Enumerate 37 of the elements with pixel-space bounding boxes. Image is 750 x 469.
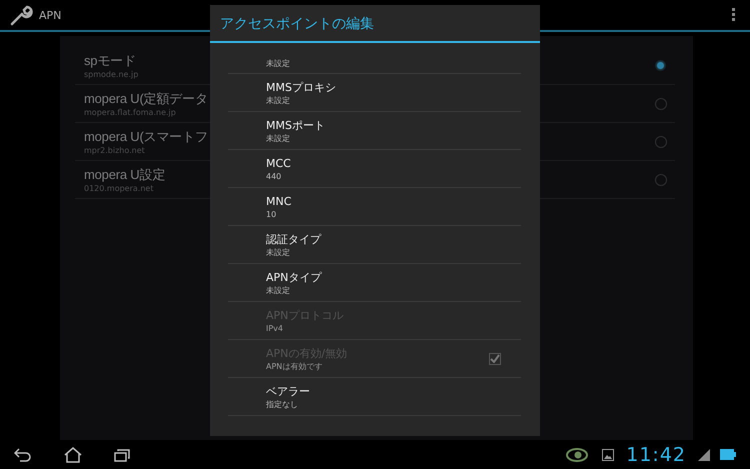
setting-value: 未設定 (266, 58, 290, 69)
apn-address: spmode.ne.jp (84, 68, 140, 80)
radio-button[interactable] (656, 61, 665, 70)
back-icon[interactable] (14, 448, 32, 462)
wrench-icon[interactable] (9, 3, 33, 27)
setting-title[interactable]: MMSプロキシ (266, 80, 521, 94)
radio-button[interactable] (655, 136, 667, 148)
image-icon[interactable] (602, 448, 614, 460)
home-icon[interactable] (64, 446, 82, 462)
setting-value: 未設定 (266, 132, 291, 144)
clock[interactable]: 11:42 (626, 444, 686, 466)
signal-icon (698, 448, 710, 460)
radio-button[interactable] (655, 98, 667, 110)
setting-value: 10 (266, 208, 278, 220)
setting-title[interactable]: ベアラー (266, 384, 521, 398)
setting-value: 440 (266, 170, 282, 182)
setting-value: 未設定 (266, 284, 291, 296)
eye-icon[interactable] (566, 448, 588, 462)
setting-title[interactable]: MMSポート (266, 118, 521, 132)
app-title: APN (39, 8, 62, 22)
battery-icon (720, 449, 736, 460)
apn-address: mopera.flat.foma.ne.jp (84, 106, 177, 118)
setting-value: 未設定 (266, 94, 291, 106)
radio-button[interactable] (655, 174, 667, 186)
overflow-menu-icon[interactable] (732, 8, 736, 22)
setting-title[interactable]: MNC (266, 194, 521, 208)
apn-address: mpr2.bizho.net (84, 144, 146, 156)
setting-title[interactable]: MCC (266, 156, 521, 170)
dialog-title: アクセスポイントの編集 (210, 5, 540, 43)
setting-value: APNは有効です (266, 360, 324, 372)
apn-address: 0120.mopera.net (84, 182, 154, 194)
setting-value: 指定なし (266, 398, 299, 410)
setting-title[interactable]: APNタイプ (266, 270, 521, 284)
setting-value: 未設定 (266, 246, 291, 258)
setting-value: IPv4 (266, 322, 284, 334)
setting-title[interactable]: 認証タイプ (266, 232, 521, 246)
recent-apps-icon[interactable] (114, 448, 131, 462)
